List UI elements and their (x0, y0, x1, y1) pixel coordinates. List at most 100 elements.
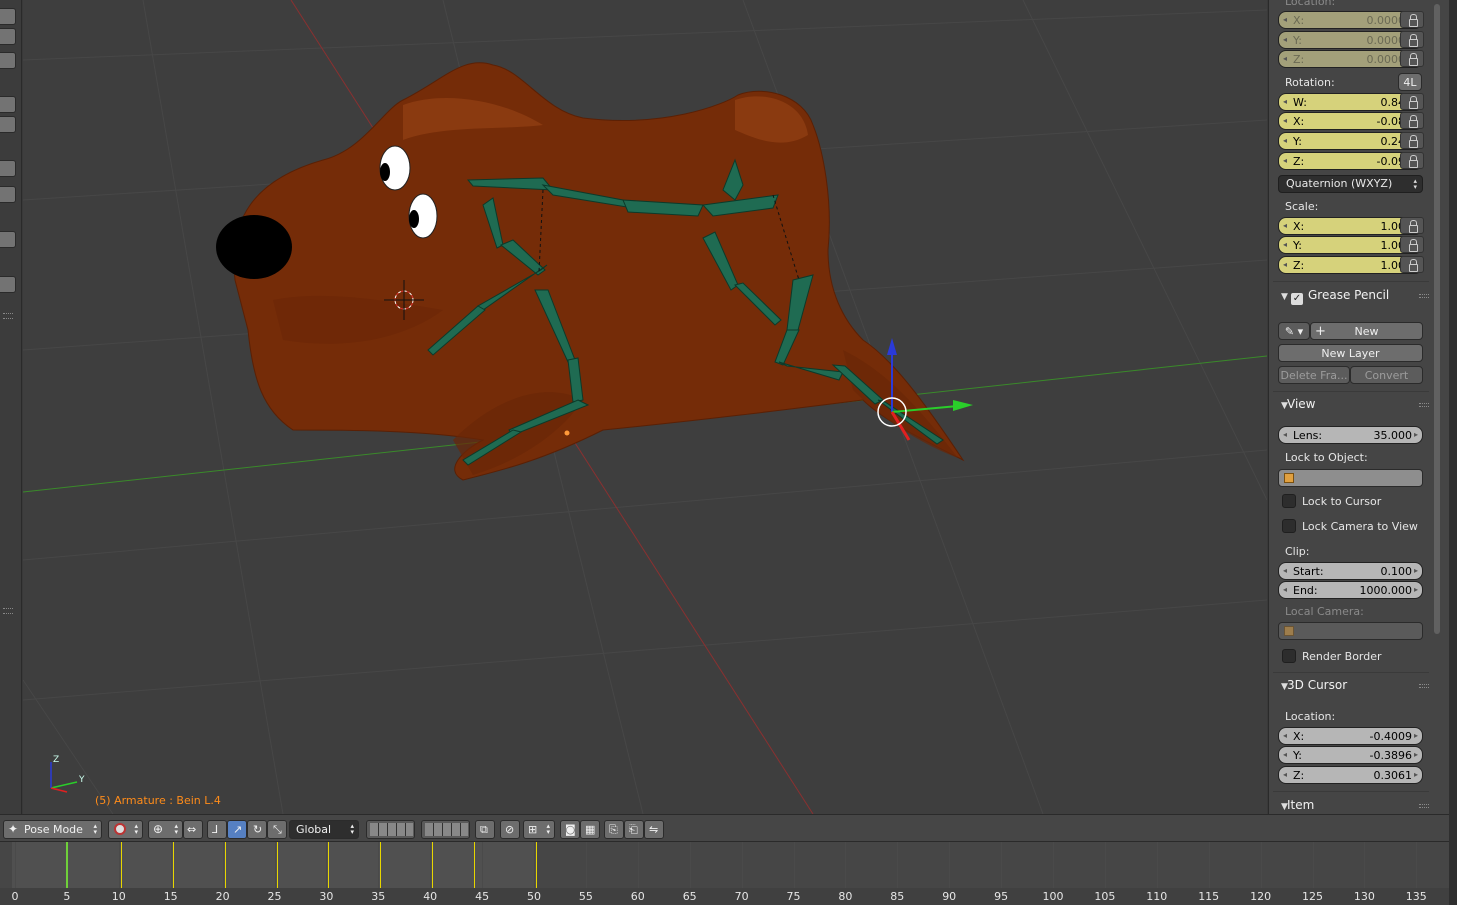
ruler-label: 90 (942, 890, 957, 903)
lock-icon[interactable] (1400, 93, 1424, 110)
timeline-grid-line (430, 842, 432, 888)
pencil-icon[interactable]: ✎ ▾ (1278, 322, 1310, 340)
delete-frame-button[interactable]: Delete Fra... (1278, 366, 1350, 384)
layer-buttons[interactable] (370, 823, 413, 836)
mirror-toggle[interactable]: ⇔ (183, 820, 203, 839)
separator (1273, 672, 1429, 673)
translate-toggle[interactable]: ↗ (227, 820, 247, 839)
orientation-select[interactable]: Global ▴ ▾ (289, 820, 359, 839)
view-header[interactable]: ▼View (1273, 394, 1429, 414)
render-anim-button[interactable]: ▦ (580, 820, 600, 839)
toolshelf-tab[interactable] (0, 8, 16, 25)
drag-grip-icon[interactable] (1419, 294, 1429, 298)
plus-icon: + (1315, 323, 1326, 339)
checkbox-checked-icon[interactable]: ✓ (1291, 293, 1303, 305)
render-border-checkbox[interactable] (1282, 649, 1296, 663)
layer-buttons[interactable] (425, 823, 468, 836)
lens-field[interactable]: ◂ Lens: 35.000 ▸ (1278, 426, 1423, 444)
render-still-button[interactable]: ◙ (560, 820, 580, 839)
camera-icon: ◙ (565, 823, 576, 836)
ruler-label: 0 (11, 890, 19, 903)
lock-icon[interactable] (1400, 217, 1424, 234)
ruler-label: 15 (163, 890, 178, 903)
paste-pose-button[interactable]: ⎗ (624, 820, 644, 839)
collapse-triangle-icon: ▼ (1281, 292, 1288, 302)
3d-viewport[interactable]: Y Z (5) Armature : Bein L.4 (23, 0, 1267, 814)
manipulator-toggle[interactable]: ⅃ (207, 820, 227, 839)
field-value: 0.3061 (1373, 768, 1413, 782)
rotate-toggle[interactable]: ↻ (247, 820, 267, 839)
grease-pencil-title: Grease Pencil (1308, 288, 1390, 302)
lock-icon[interactable] (1400, 256, 1424, 273)
cursor-x-field[interactable]: ◂ X: -0.4009 ▸ (1278, 727, 1423, 745)
resize-grip-icon[interactable] (3, 313, 13, 319)
keyframe-marker[interactable] (120, 842, 122, 888)
local-camera-field[interactable] (1278, 622, 1423, 640)
keyframe-marker[interactable] (328, 842, 330, 888)
cursor-y-field[interactable]: ◂ Y: -0.3896 ▸ (1278, 746, 1423, 764)
keyframe-marker[interactable] (380, 842, 382, 888)
toolshelf-tab[interactable] (0, 116, 16, 133)
paste-flipped-button[interactable]: ⇋ (644, 820, 664, 839)
toolshelf-tab[interactable] (0, 276, 16, 293)
new-button[interactable]: + New (1310, 322, 1423, 340)
lock-object-field[interactable] (1278, 469, 1423, 487)
cursor-z-field[interactable]: ◂ Z: 0.3061 ▸ (1278, 766, 1423, 784)
proportional-edit-toggle[interactable]: ⊘ (500, 820, 520, 839)
rotation-mode-select[interactable]: Quaternion (WXYZ) ▴ ▾ (1278, 175, 1423, 193)
keyframe-marker[interactable] (473, 842, 475, 888)
keyframe-marker[interactable] (432, 842, 434, 888)
camera-cube-icon (1284, 626, 1294, 636)
rotation-label: Rotation: (1285, 76, 1335, 89)
properties-scrollbar[interactable] (1434, 0, 1440, 814)
viewport-shading-select[interactable]: ▴ ▾ (108, 820, 143, 839)
toolshelf-tab[interactable] (0, 186, 16, 203)
proportional-icon: ⊘ (505, 823, 515, 836)
keyframe-marker[interactable] (224, 842, 226, 888)
paste-flipped-icon: ⇋ (649, 823, 659, 836)
lock-icon[interactable] (1400, 31, 1424, 48)
lock-icon[interactable] (1400, 112, 1424, 129)
lock-icon[interactable] (1400, 132, 1424, 149)
scrollbar-thumb[interactable] (1434, 4, 1440, 634)
current-frame-indicator[interactable] (65, 842, 68, 888)
dog-mesh[interactable] (233, 62, 965, 481)
mode-select[interactable]: ✦ Pose Mode ▴ ▾ (3, 820, 102, 839)
lock-icon[interactable] (1400, 152, 1424, 169)
drag-grip-icon[interactable] (1419, 804, 1429, 808)
layers-block-1[interactable] (366, 820, 415, 839)
keyframe-marker[interactable] (536, 842, 537, 888)
convert-button[interactable]: Convert (1350, 366, 1423, 384)
resize-grip-icon[interactable] (3, 608, 13, 614)
drag-grip-icon[interactable] (1419, 684, 1429, 688)
toolshelf-tab[interactable] (0, 52, 16, 69)
keyframe-marker[interactable] (172, 842, 174, 888)
timeline-grid-line (118, 842, 120, 888)
toolshelf-tab[interactable] (0, 28, 16, 45)
toolshelf-tab[interactable] (0, 231, 16, 248)
drag-grip-icon[interactable] (1419, 403, 1429, 407)
item-header[interactable]: ▼Item (1273, 795, 1429, 814)
pivot-select[interactable]: ⊕ ▴ ▾ (148, 820, 183, 839)
new-layer-button[interactable]: New Layer (1278, 344, 1423, 362)
clip-end-field[interactable]: ◂ End: 1000.000 ▸ (1278, 581, 1423, 599)
rotation-4l-toggle[interactable]: 4L (1398, 73, 1422, 91)
lock-camera-checkbox[interactable] (1282, 519, 1296, 533)
toolshelf-tab[interactable] (0, 160, 16, 177)
toolshelf-tab[interactable] (0, 96, 16, 113)
lock-layers-toggle[interactable]: ⧉ (475, 820, 495, 839)
lock-to-cursor-checkbox[interactable] (1282, 494, 1296, 508)
timeline[interactable]: 0 5 10 15 20 25 30 35 40 45 50 55 60 65 70 75 80 85 90 95 10… (0, 842, 1449, 905)
ruler-label: 130 (1353, 890, 1375, 903)
clip-start-field[interactable]: ◂ Start: 0.100 ▸ (1278, 562, 1423, 580)
snap-select[interactable]: ⊞ ▴ ▾ (523, 820, 555, 839)
copy-pose-button[interactable]: ⎘ (604, 820, 624, 839)
lock-icon[interactable] (1400, 50, 1424, 67)
lock-icon[interactable] (1400, 11, 1424, 28)
lock-icon[interactable] (1400, 236, 1424, 253)
grease-pencil-header[interactable]: ▼ ✓ Grease Pencil (1273, 285, 1429, 305)
layers-block-2[interactable] (421, 820, 470, 839)
keyframe-marker[interactable] (276, 842, 278, 888)
cursor-header[interactable]: ▼3D Cursor (1273, 675, 1429, 695)
scale-toggle[interactable]: ⤡ (267, 820, 287, 839)
